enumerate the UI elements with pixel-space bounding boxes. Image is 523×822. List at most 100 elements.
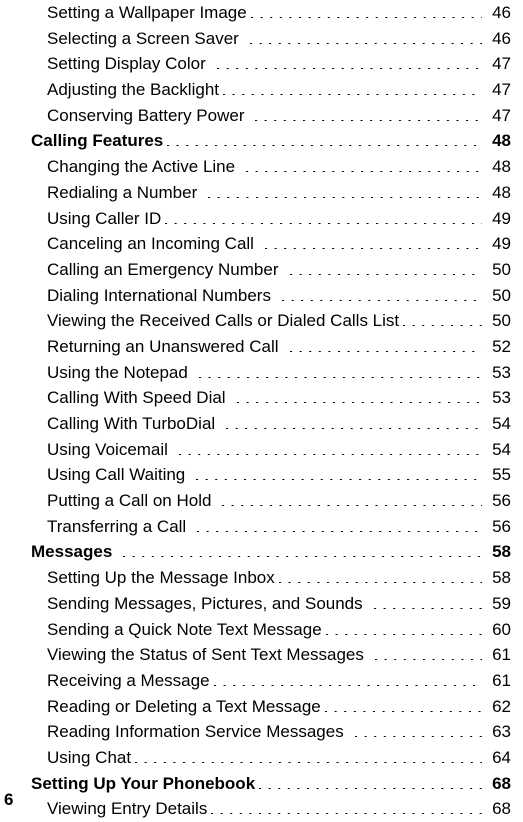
toc-dot-leader [223,94,482,96]
toc-entry-label: Sending a Quick Note Text Message [47,619,322,639]
toc-entry-label: Calling With Speed Dial [47,388,226,408]
toc-entry-label: Redialing a Number [47,182,198,202]
toc-section-entry[interactable]: Reading Information Service Messages 63 [0,719,523,745]
toc-section-entry[interactable]: Setting a Wallpaper Image 46 [0,0,523,26]
toc-entry-label: Changing the Active Line [47,157,236,177]
toc-entry-page-number: 50 [492,285,511,305]
toc-dot-leader [373,607,482,609]
toc-entry-label: Calling an Emergency Number [47,259,279,279]
toc-entry-page-number: 53 [492,388,511,408]
toc-entry-page-number: 52 [492,336,511,356]
toc-entry-page-number: 46 [492,28,511,48]
toc-entry-page-number: 58 [492,542,511,562]
toc-section-entry[interactable]: Adjusting the Backlight 47 [0,77,523,103]
toc-dot-leader [167,145,482,147]
toc-entry-page-number: 54 [492,439,511,459]
toc-section-entry[interactable]: Returning an Unanswered Call 52 [0,334,523,360]
toc-dot-leader [178,453,482,455]
toc-section-entry[interactable]: Viewing the Status of Sent Text Messages… [0,642,523,668]
toc-entry-page-number: 62 [492,696,511,716]
toc-dot-leader [374,659,482,661]
table-of-contents-list: Setting a Wallpaper Image 46 Selecting a S… [0,0,523,822]
toc-dot-leader [196,479,482,481]
toc-entry-page-number: 46 [492,3,511,22]
toc-section-entry[interactable]: Using Voicemail 54 [0,437,523,463]
toc-section-entry[interactable]: Setting Up the Message Inbox 58 [0,565,523,591]
toc-section-entry[interactable]: Using Caller ID 49 [0,206,523,232]
toc-entry-page-number: 47 [492,80,511,100]
toc-dot-leader [249,42,482,44]
toc-entry-page-number: 64 [492,747,511,767]
toc-dot-leader [250,17,482,18]
toc-section-entry[interactable]: Calling an Emergency Number 50 [0,257,523,283]
toc-section-entry[interactable]: Receiving a Message 61 [0,668,523,694]
toc-entry-page-number: 58 [492,568,511,588]
toc-section-entry[interactable]: Sending Messages, Pictures, and Sounds 59 [0,591,523,617]
toc-section-entry[interactable]: Changing the Active Line 48 [0,154,523,180]
toc-entry-page-number: 50 [492,311,511,331]
toc-entry-label: Sending Messages, Pictures, and Sounds [47,593,363,613]
toc-entry-page-number: 61 [492,645,511,665]
toc-section-entry[interactable]: Viewing the Received Calls or Dialed Cal… [0,308,523,334]
toc-entry-page-number: 47 [492,54,511,74]
toc-section-entry[interactable]: Viewing Entry Details 68 [0,796,523,822]
toc-section-entry[interactable]: Setting Display Color 47 [0,51,523,77]
toc-entry-label: Using Chat [47,747,132,767]
toc-entry-label: Viewing the Received Calls or Dialed Cal… [47,311,400,331]
toc-section-entry[interactable]: Dialing International Numbers 50 [0,283,523,309]
toc-dot-leader [281,299,482,301]
toc-entry-page-number: 49 [492,234,511,254]
toc-entry-page-number: 50 [492,259,511,279]
toc-entry-label: Using Voicemail [47,439,168,459]
toc-chapter-entry[interactable]: Setting Up Your Phonebook 68 [0,771,523,797]
toc-entry-label: Receiving a Message [47,670,210,690]
toc-section-entry[interactable]: Selecting a Screen Saver 46 [0,26,523,52]
toc-entry-label: Conserving Battery Power [47,105,245,125]
toc-dot-leader [165,222,482,224]
toc-dot-leader [289,273,483,275]
toc-entry-label: Messages [31,542,113,562]
page-folio-number: 6 [4,790,14,809]
toc-entry-label: Viewing Entry Details [47,799,208,819]
toc-entry-page-number: 55 [492,465,511,485]
toc-entry-page-number: 47 [492,105,511,125]
toc-chapter-entry[interactable]: Messages 58 [0,539,523,565]
toc-dot-leader [289,350,482,352]
toc-entry-label: Selecting a Screen Saver [47,28,239,48]
toc-dot-leader [403,325,482,327]
toc-entry-label: Using Caller ID [47,208,162,228]
toc-entry-page-number: 60 [492,619,511,639]
toc-section-entry[interactable]: Transferring a Call 56 [0,514,523,540]
toc-entry-label: Calling Features [31,131,164,151]
toc-section-entry[interactable]: Putting a Call on Hold 56 [0,488,523,514]
toc-section-entry[interactable]: Using Call Waiting 55 [0,462,523,488]
toc-section-entry[interactable]: Conserving Battery Power 47 [0,103,523,129]
toc-entry-label: Setting Up Your Phonebook [31,773,256,793]
toc-dot-leader [255,119,482,121]
toc-section-entry[interactable]: Redialing a Number 48 [0,180,523,206]
toc-section-entry[interactable]: Calling With TurboDial 54 [0,411,523,437]
toc-entry-label: Setting Up the Message Inbox [47,568,275,588]
toc-entry-label: Adjusting the Backlight [47,80,219,100]
toc-dot-leader [354,736,482,738]
toc-dot-leader [211,813,482,815]
toc-section-entry[interactable]: Canceling an Incoming Call 49 [0,231,523,257]
toc-entry-page-number: 49 [492,208,511,228]
toc-section-entry[interactable]: Sending a Quick Note Text Message 60 [0,617,523,643]
toc-dot-leader [264,248,482,250]
toc-dot-leader [236,402,482,404]
toc-entry-label: Reading or Deleting a Text Message [47,696,321,716]
toc-entry-label: Using Call Waiting [47,465,186,485]
toc-section-entry[interactable]: Reading or Deleting a Text Message 62 [0,694,523,720]
toc-entry-label: Viewing the Status of Sent Text Messages [47,645,364,665]
toc-dot-leader [226,428,482,429]
toc-entry-label: Calling With TurboDial [47,414,216,433]
toc-chapter-entry[interactable]: Calling Features 48 [0,128,523,154]
toc-section-entry[interactable]: Using Chat 64 [0,745,523,771]
toc-dot-leader [222,505,482,507]
toc-entry-label: Canceling an Incoming Call [47,234,254,254]
toc-dot-leader [198,376,482,378]
toc-section-entry[interactable]: Using the Notepad 53 [0,360,523,386]
toc-dot-leader [324,710,482,712]
toc-section-entry[interactable]: Calling With Speed Dial 53 [0,385,523,411]
